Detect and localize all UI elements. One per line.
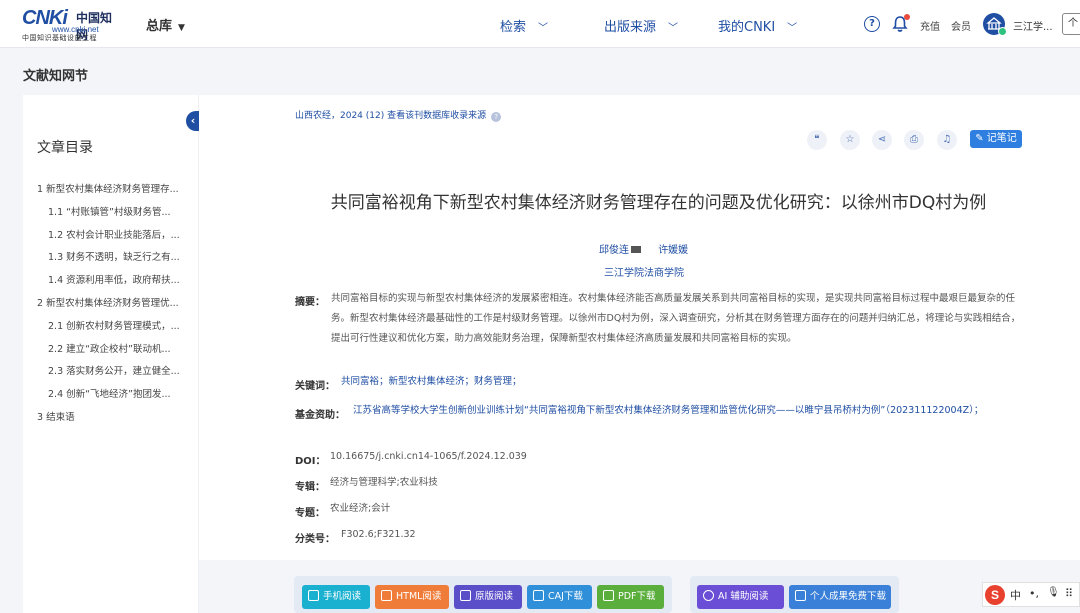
caj-download-button[interactable]: CAJ下载 (527, 585, 592, 609)
nav-label: 出版来源 (604, 20, 657, 35)
ai-icon (703, 590, 714, 601)
ime-more-icon[interactable]: ⠿ (1065, 587, 1073, 600)
classification-label: 分类号： (295, 534, 335, 545)
alert-icon[interactable]: ♫ (937, 130, 957, 150)
take-note-button[interactable]: ✎ 记笔记 (970, 130, 1022, 148)
collapse-toc-button[interactable]: ‹ (186, 111, 200, 131)
chevron-down-icon: ﹀ (787, 23, 798, 34)
button-label: HTML阅读 (396, 591, 442, 602)
verified-badge (998, 27, 1007, 36)
authors: 邱俊连 许媛媛 (599, 241, 688, 256)
favorite-icon[interactable]: ☆ (840, 130, 860, 150)
toc-item[interactable]: 3 结束语 (37, 407, 197, 430)
article-title: 共同富裕视角下新型农村集体经济财务管理存在的问题及优化研究：以徐州市DQ村为例 (330, 193, 987, 213)
source-text: 山西农经，2024 (12) 查看该刊数据库收录来源 (295, 111, 487, 121)
quote-icon[interactable]: ❝ (807, 130, 827, 150)
button-label: AI 辅助阅读 (718, 591, 769, 602)
button-label: 个人成果免费下载 (810, 591, 887, 602)
mobile-read-button[interactable]: 手机阅读 (302, 585, 370, 609)
chevron-down-icon: ﹀ (538, 23, 549, 34)
notification-dot (904, 14, 910, 20)
nav-publication-source[interactable]: 出版来源 ﹀ (604, 16, 678, 35)
topic-label: 专题： (295, 508, 325, 519)
ime-punctuation-toggle[interactable]: •, (1029, 587, 1039, 600)
toc-panel: 文章目录 1 新型农村集体经济财务管理存... 1.1 “村账镇管”村级财务管.… (23, 95, 199, 613)
info-icon[interactable]: ? (491, 112, 502, 122)
help-icon[interactable]: ? (864, 16, 880, 32)
download-icon (795, 590, 806, 601)
button-label: 原版阅读 (475, 591, 514, 602)
classification-value: F302.6;F321.32 (341, 529, 416, 540)
toc-item[interactable]: 1.1 “村账镇管”村级财务管... (37, 202, 197, 225)
series-label: 专辑： (295, 482, 325, 493)
toc-item[interactable]: 1.2 农村会计职业技能落后，... (37, 225, 197, 248)
member-link[interactable]: 会员 (951, 18, 971, 33)
toc-item[interactable]: 1.3 财务不透明，缺乏行之有... (37, 247, 197, 270)
series-value: 经济与管理科学;农业科技 (330, 477, 438, 488)
username[interactable]: 三江学... (1013, 18, 1053, 33)
cnki-logo[interactable]: CNKi 中国知网 www.cnki.net 中国知识基础设施工程 (22, 7, 122, 42)
nav-search[interactable]: 检索 ﹀ (500, 16, 548, 35)
affiliation-link[interactable]: 三江学院法商学院 (604, 264, 684, 279)
pdf-download-button[interactable]: PDF下载 (597, 585, 664, 609)
personal-download-button[interactable]: 个人成果免费下载 (789, 585, 891, 609)
top-bar: CNKi 中国知网 www.cnki.net 中国知识基础设施工程 总库 ▼ 检索… (0, 0, 1080, 48)
phone-icon (308, 590, 319, 601)
toc-item[interactable]: 2 新型农村集体经济财务管理优... (37, 293, 197, 316)
button-label: PDF下载 (618, 591, 656, 602)
keywords-links[interactable]: 共同富裕；新型农村集体经济；财务管理； (341, 372, 522, 392)
toc-item[interactable]: 2.4 创新“飞地经济”抱团发... (37, 384, 197, 407)
doi-label: DOI： (295, 456, 326, 467)
ai-read-button[interactable]: AI 辅助阅读 (697, 585, 784, 609)
nav-my-cnki[interactable]: 我的CNKI ﹀ (718, 16, 797, 35)
toc-title: 文章目录 (37, 140, 93, 156)
edit-icon: ✎ (975, 133, 984, 144)
button-label: 手机阅读 (323, 591, 362, 602)
author-link[interactable]: 许媛媛 (658, 245, 688, 256)
toc-item[interactable]: 1.4 资源利用率低，政府帮扶... (37, 270, 197, 293)
author-link[interactable]: 邱俊连 (599, 245, 629, 256)
note-label: 记笔记 (986, 133, 1017, 144)
book-icon (460, 590, 471, 601)
topic-value: 农业经济;会计 (330, 503, 391, 514)
nav-label: 我的CNKI (718, 20, 776, 35)
caret-down-icon: ▼ (178, 23, 185, 33)
toc-list: 1 新型农村集体经济财务管理存... 1.1 “村账镇管”村级财务管... 1.… (37, 179, 197, 430)
mail-icon[interactable] (631, 246, 641, 253)
fund-link[interactable]: 江苏省高等学校大学生创新创业训练计划“共同富裕视角下新型农村集体经济财务管理和监… (353, 401, 1024, 421)
print-icon[interactable]: ⎙ (904, 130, 924, 150)
database-label: 总库 (146, 19, 173, 34)
caj-icon (533, 590, 544, 601)
pdf-icon (603, 590, 614, 601)
abstract-text: 共同富裕目标的实现与新型农村集体经济的发展紧密相连。农村集体经济能否高质量发展关… (331, 293, 1021, 344)
nav-label: 检索 (500, 20, 527, 35)
toc-item[interactable]: 2.2 建立“政企校村”联动机... (37, 339, 197, 362)
chevron-down-icon: ﹀ (668, 23, 679, 34)
sogou-logo-icon[interactable]: S (985, 585, 1005, 605)
abstract-label: 摘要： (295, 297, 325, 308)
keywords-label: 关键词： (295, 381, 335, 392)
ime-language-toggle[interactable]: 中 (1010, 587, 1021, 603)
doi-value: 10.16675/j.cnki.cn14-1065/f.2024.12.039 (330, 451, 527, 462)
page-title: 文献知网节 (23, 69, 89, 84)
database-selector[interactable]: 总库 ▼ (146, 15, 185, 34)
button-label: CAJ下载 (548, 591, 583, 602)
personal-button[interactable]: 个 (1062, 13, 1080, 35)
share-icon[interactable]: ⋖ (872, 130, 892, 150)
recharge-link[interactable]: 充值 (920, 18, 940, 33)
html-read-button[interactable]: HTML阅读 (375, 585, 449, 609)
html-icon (381, 590, 392, 601)
source-line[interactable]: 山西农经，2024 (12) 查看该刊数据库收录来源? (295, 108, 502, 122)
fund-label: 基金资助： (295, 410, 345, 421)
microphone-icon[interactable]: 🎙 (1047, 587, 1060, 598)
toc-item[interactable]: 2.3 落实财务公开，建立健全... (37, 361, 197, 384)
logo-subtitle: 中国知识基础设施工程 (22, 34, 97, 42)
ime-toolbar[interactable]: S 中 •, 🎙 ⠿ (982, 582, 1080, 607)
original-read-button[interactable]: 原版阅读 (454, 585, 522, 609)
toc-item[interactable]: 2.1 创新农村财务管理模式，... (37, 316, 197, 339)
article-panel: 山西农经，2024 (12) 查看该刊数据库收录来源? ❝ ☆ ⋖ ⎙ ♫ ✎ … (199, 95, 1080, 560)
toc-item[interactable]: 1 新型农村集体经济财务管理存... (37, 179, 197, 202)
